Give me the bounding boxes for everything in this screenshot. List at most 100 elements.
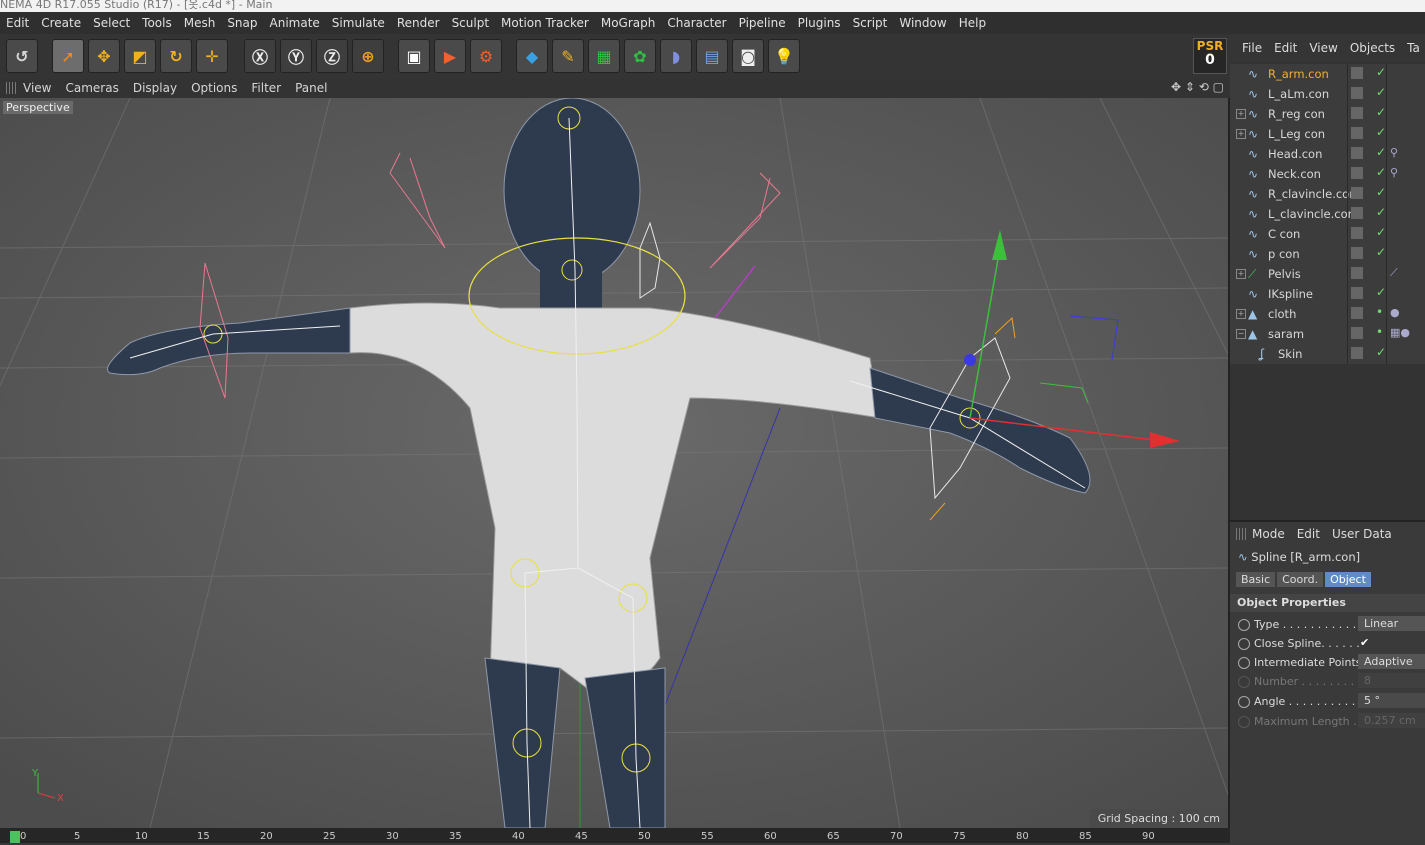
timeline-start-marker[interactable] bbox=[10, 831, 20, 843]
layer-icon[interactable] bbox=[1351, 107, 1363, 119]
menu-mograph[interactable]: MoGraph bbox=[595, 16, 662, 30]
menu-edit[interactable]: Edit bbox=[0, 16, 35, 30]
object-row[interactable]: ∿ IKspline ✓ bbox=[1230, 284, 1425, 304]
object-row[interactable]: ʆ Skin ✓ bbox=[1230, 344, 1425, 364]
rotate-tool-icon[interactable]: ↻ bbox=[160, 39, 192, 73]
viewport-menu-panel[interactable]: Panel bbox=[288, 81, 334, 95]
array-icon[interactable]: ✿ bbox=[624, 39, 656, 73]
layer-icon[interactable] bbox=[1351, 207, 1363, 219]
menu-plugins[interactable]: Plugins bbox=[792, 16, 847, 30]
collapse-icon[interactable]: − bbox=[1236, 329, 1246, 339]
viewport-menu-filter[interactable]: Filter bbox=[244, 81, 288, 95]
x-axis-lock-icon[interactable]: Ⓧ bbox=[244, 39, 276, 73]
angle-field[interactable]: 5 ° bbox=[1358, 693, 1425, 708]
enabled-check-icon[interactable]: ✓ bbox=[1376, 105, 1386, 119]
psr-indicator[interactable]: PSR 0 bbox=[1193, 38, 1227, 74]
layer-icon[interactable] bbox=[1351, 167, 1363, 179]
attribute-menu-edit[interactable]: Edit bbox=[1291, 527, 1326, 541]
object-row[interactable]: ∿ R_arm.con ✓ bbox=[1230, 64, 1425, 84]
layer-icon[interactable] bbox=[1351, 127, 1363, 139]
object-row[interactable]: + ⟋ Pelvis ⟋ bbox=[1230, 264, 1425, 284]
menu-help[interactable]: Help bbox=[953, 16, 992, 30]
viewport-menu-view[interactable]: View bbox=[16, 81, 58, 95]
object-row[interactable]: ∿ L_clavincle.con ✓ bbox=[1230, 204, 1425, 224]
objects-menu-file[interactable]: File bbox=[1236, 41, 1268, 55]
animate-radio[interactable] bbox=[1238, 657, 1250, 669]
y-axis-lock-icon[interactable]: Ⓨ bbox=[280, 39, 312, 73]
animate-radio[interactable] bbox=[1238, 696, 1250, 708]
object-row[interactable]: ∿ p con ✓ bbox=[1230, 244, 1425, 264]
expand-icon[interactable]: + bbox=[1236, 109, 1246, 119]
layer-icon[interactable] bbox=[1351, 347, 1363, 359]
viewport-menu-display[interactable]: Display bbox=[126, 81, 184, 95]
enabled-check-icon[interactable]: ✓ bbox=[1376, 145, 1386, 159]
objects-menu-edit[interactable]: Edit bbox=[1268, 41, 1303, 55]
attribute-menu-mode[interactable]: Mode bbox=[1246, 527, 1291, 541]
object-row[interactable]: + ∿ L_Leg con ✓ bbox=[1230, 124, 1425, 144]
material-tag-icon[interactable]: ● bbox=[1390, 306, 1400, 319]
type-dropdown[interactable]: Linear bbox=[1358, 616, 1425, 631]
world-coordinates-icon[interactable]: ⊕ bbox=[352, 39, 384, 73]
grip-icon[interactable] bbox=[1236, 528, 1246, 540]
layer-icon[interactable] bbox=[1351, 187, 1363, 199]
ik-tag-icon[interactable]: ⟋ bbox=[1390, 266, 1398, 280]
timeline-ruler[interactable]: 0 5 10 15 20 25 30 35 40 45 50 55 60 65 … bbox=[0, 828, 1230, 843]
undo-icon[interactable]: ↺ bbox=[6, 39, 38, 73]
enabled-check-icon[interactable]: ✓ bbox=[1376, 125, 1386, 139]
menu-sculpt[interactable]: Sculpt bbox=[446, 16, 495, 30]
transform-tool-icon[interactable]: ✛ bbox=[196, 39, 228, 73]
menu-pipeline[interactable]: Pipeline bbox=[733, 16, 792, 30]
object-row[interactable]: ∿ Neck.con ✓ ⚲ bbox=[1230, 164, 1425, 184]
objects-menu-objects[interactable]: Objects bbox=[1344, 41, 1401, 55]
animate-radio[interactable] bbox=[1238, 638, 1250, 650]
menu-create[interactable]: Create bbox=[35, 16, 87, 30]
enabled-check-icon[interactable]: ✓ bbox=[1376, 165, 1386, 179]
animate-radio[interactable] bbox=[1238, 716, 1250, 728]
number-field[interactable]: 8 bbox=[1358, 673, 1425, 688]
object-row[interactable]: ∿ L_aLm.con ✓ bbox=[1230, 84, 1425, 104]
scale-tool-icon[interactable]: ◩ bbox=[124, 39, 156, 73]
enabled-check-icon[interactable]: ✓ bbox=[1376, 225, 1386, 239]
object-row[interactable]: − ▲ saram • ▦● bbox=[1230, 324, 1425, 344]
objects-menu-view[interactable]: View bbox=[1303, 41, 1343, 55]
object-row[interactable]: + ▲ cloth • ● bbox=[1230, 304, 1425, 324]
expand-icon[interactable]: + bbox=[1236, 129, 1246, 139]
cube-primitive-icon[interactable]: ◆ bbox=[516, 39, 548, 73]
tab-object[interactable]: Object bbox=[1325, 572, 1371, 587]
expand-icon[interactable]: + bbox=[1236, 309, 1246, 319]
object-row[interactable]: ∿ C con ✓ bbox=[1230, 224, 1425, 244]
layer-icon[interactable] bbox=[1351, 87, 1363, 99]
menu-window[interactable]: Window bbox=[893, 16, 952, 30]
enabled-check-icon[interactable]: ✓ bbox=[1376, 65, 1386, 79]
select-tool-icon[interactable]: ➚ bbox=[52, 39, 84, 73]
floor-icon[interactable]: ▤ bbox=[696, 39, 728, 73]
render-picture-viewer-icon[interactable]: ▶ bbox=[434, 39, 466, 73]
enabled-check-icon[interactable]: ✓ bbox=[1376, 345, 1386, 359]
menu-simulate[interactable]: Simulate bbox=[326, 16, 391, 30]
constraint-tag-icon[interactable]: ⚲ bbox=[1390, 146, 1398, 159]
grip-icon[interactable] bbox=[6, 82, 16, 94]
layer-icon[interactable] bbox=[1351, 287, 1363, 299]
enabled-check-icon[interactable]: ✓ bbox=[1376, 285, 1386, 299]
subdivision-surface-icon[interactable]: ▦ bbox=[588, 39, 620, 73]
constraint-tag-icon[interactable]: ⚲ bbox=[1390, 166, 1398, 179]
deformer-icon[interactable]: ◗ bbox=[660, 39, 692, 73]
expand-icon[interactable]: + bbox=[1236, 269, 1246, 279]
tab-basic[interactable]: Basic bbox=[1236, 572, 1276, 587]
perspective-viewport[interactable]: Y X Perspective Grid Spacing : 100 cm bbox=[0, 98, 1230, 828]
object-row[interactable]: ∿ Head.con ✓ ⚲ bbox=[1230, 144, 1425, 164]
layer-icon[interactable] bbox=[1351, 267, 1363, 279]
menu-tools[interactable]: Tools bbox=[136, 16, 178, 30]
maximum-length-field[interactable]: 0.257 cm bbox=[1358, 713, 1425, 728]
menu-animate[interactable]: Animate bbox=[264, 16, 326, 30]
menu-character[interactable]: Character bbox=[661, 16, 732, 30]
animate-radio[interactable] bbox=[1238, 676, 1250, 688]
objects-menu-tags[interactable]: Ta bbox=[1401, 41, 1425, 55]
animate-radio[interactable] bbox=[1238, 619, 1250, 631]
viewport-nav-icons[interactable]: ✥ ⇕ ⟲ ▢ bbox=[1171, 80, 1224, 94]
enabled-dot-icon[interactable]: • bbox=[1376, 325, 1383, 339]
viewport-menu-cameras[interactable]: Cameras bbox=[58, 81, 125, 95]
layer-icon[interactable] bbox=[1351, 227, 1363, 239]
menu-snap[interactable]: Snap bbox=[221, 16, 263, 30]
enabled-check-icon[interactable]: ✓ bbox=[1376, 185, 1386, 199]
